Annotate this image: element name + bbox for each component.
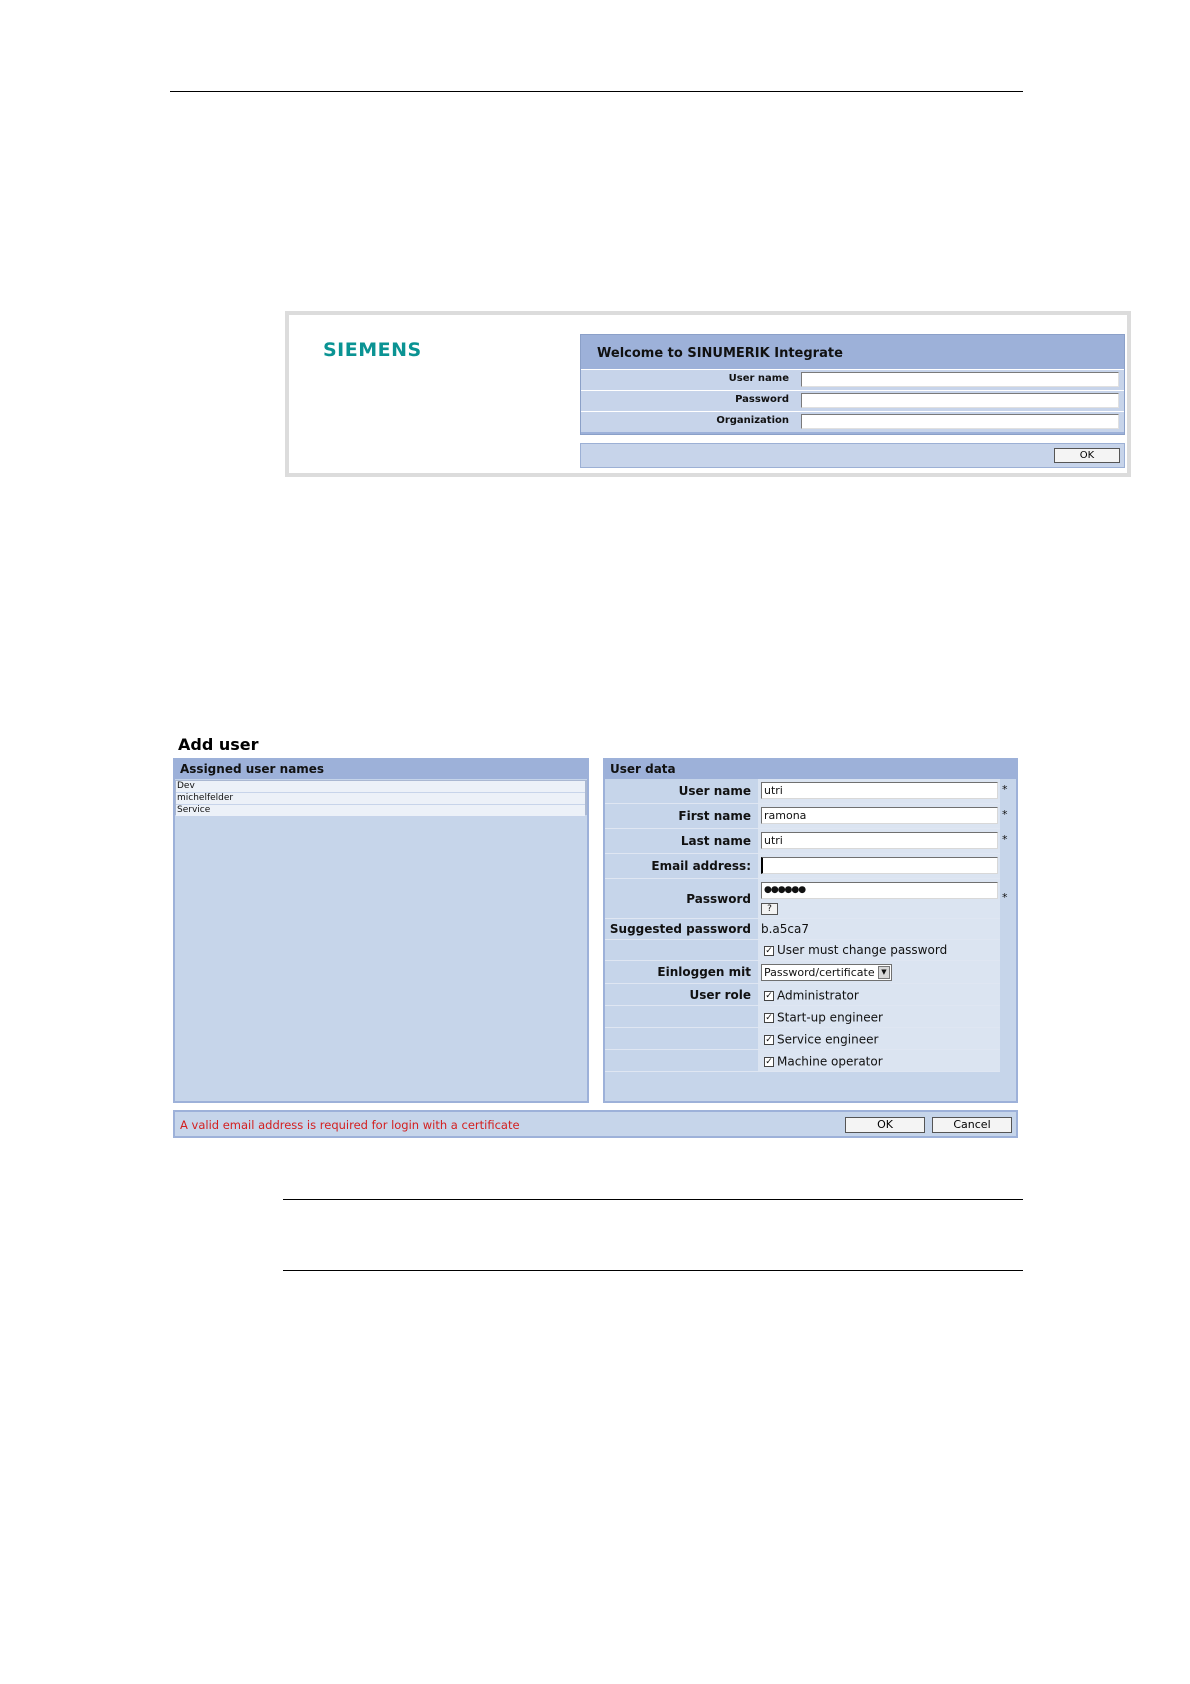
first-name-input[interactable]: ramona xyxy=(761,807,998,824)
role-operator-cell: ✓ Machine operator xyxy=(758,1050,1000,1071)
list-item[interactable]: michelfelder xyxy=(176,793,585,805)
email-cell xyxy=(758,854,1000,878)
required-mark: * xyxy=(1002,833,1008,846)
row-role-operator: ✓ Machine operator xyxy=(605,1050,1000,1072)
last-name-label: Last name xyxy=(605,829,757,853)
password-input[interactable]: ●●●●●● xyxy=(761,882,998,899)
role-startup-label: Start-up engineer xyxy=(777,1010,883,1025)
organization-label: Organization xyxy=(716,415,789,426)
login-screenshot: SIEMENS Welcome to SINUMERIK Integrate U… xyxy=(285,311,1131,477)
organization-input[interactable] xyxy=(801,414,1119,429)
role-service-cell: ✓ Service engineer xyxy=(758,1028,1000,1049)
user-data-header: User data xyxy=(605,760,1016,779)
role-empty-label xyxy=(605,1006,757,1027)
required-mark: * xyxy=(1002,783,1008,796)
row-login-with: Einloggen mit Password/certificate ▼ xyxy=(605,961,1000,984)
login-with-cell: Password/certificate ▼ xyxy=(758,961,1000,983)
row-role-administrator: User role ✓ Administrator xyxy=(605,984,1000,1006)
user-name-input[interactable]: utri xyxy=(761,782,998,799)
role-startup-cell: ✓ Start-up engineer xyxy=(758,1006,1000,1027)
first-name-label: First name xyxy=(605,804,757,828)
required-mark: * xyxy=(1002,891,1008,904)
login-form: Welcome to SINUMERIK Integrate User name… xyxy=(580,334,1125,435)
assigned-user-list[interactable]: Dev michelfelder Service xyxy=(175,780,587,817)
login-with-value: Password/certificate xyxy=(764,966,875,979)
login-row-username: User name xyxy=(581,369,1124,390)
login-row-password: Password xyxy=(581,390,1124,411)
row-role-startup: ✓ Start-up engineer xyxy=(605,1006,1000,1028)
note-rule-top xyxy=(283,1199,1023,1200)
row-user-name: User name utri * xyxy=(605,779,1008,804)
row-password: Password ●●●●●● ? * xyxy=(605,879,1008,919)
cancel-button[interactable]: Cancel xyxy=(932,1117,1012,1133)
must-change-checkbox[interactable]: ✓ xyxy=(764,945,774,956)
user-name-cell: utri xyxy=(758,779,1000,803)
last-name-cell: utri xyxy=(758,829,1000,853)
row-last-name: Last name utri * xyxy=(605,829,1008,854)
password-cell: ●●●●●● ? xyxy=(758,879,1000,918)
password-label: Password xyxy=(605,879,757,918)
email-label: Email address: xyxy=(605,854,757,878)
assigned-user-names-panel: Assigned user names Dev michelfelder Ser… xyxy=(173,758,589,1103)
email-input[interactable] xyxy=(761,857,998,874)
siemens-logo: SIEMENS xyxy=(323,339,422,361)
user-data-form: User name utri * First name ramona * Las… xyxy=(605,779,1008,1072)
user-name-label: User name xyxy=(605,779,757,803)
must-change-label: User must change password xyxy=(777,943,948,957)
first-name-cell: ramona xyxy=(758,804,1000,828)
last-name-input[interactable]: utri xyxy=(761,832,998,849)
login-ok-button[interactable]: OK xyxy=(1054,448,1120,463)
role-startup-checkbox[interactable]: ✓ xyxy=(764,1012,774,1023)
note-rule-bottom xyxy=(283,1270,1023,1271)
role-administrator-cell: ✓ Administrator xyxy=(758,984,1000,1005)
add-user-title: Add user xyxy=(178,735,259,754)
role-operator-checkbox[interactable]: ✓ xyxy=(764,1056,774,1067)
must-change-cell: ✓ User must change password xyxy=(758,940,1000,960)
top-rule xyxy=(170,91,1023,92)
row-first-name: First name ramona * xyxy=(605,804,1008,829)
username-label: User name xyxy=(728,373,789,384)
role-empty-label xyxy=(605,1050,757,1071)
role-administrator-checkbox[interactable]: ✓ xyxy=(764,990,774,1001)
must-change-label-cell xyxy=(605,940,757,960)
login-footer: OK xyxy=(580,443,1125,468)
username-input[interactable] xyxy=(801,372,1119,387)
role-service-label: Service engineer xyxy=(777,1032,879,1047)
suggested-password-label: Suggested password xyxy=(605,919,757,939)
role-administrator-label: Administrator xyxy=(777,988,859,1003)
validation-message: A valid email address is required for lo… xyxy=(180,1118,520,1132)
ok-button[interactable]: OK xyxy=(845,1117,925,1133)
user-data-panel: User data User name utri * First name ra… xyxy=(603,758,1018,1103)
login-with-select[interactable]: Password/certificate ▼ xyxy=(761,964,892,981)
required-mark: * xyxy=(1002,808,1008,821)
role-service-checkbox[interactable]: ✓ xyxy=(764,1034,774,1045)
user-role-label: User role xyxy=(605,984,757,1005)
add-user-footer: A valid email address is required for lo… xyxy=(173,1110,1018,1138)
password-label: Password xyxy=(735,394,789,405)
login-title: Welcome to SINUMERIK Integrate xyxy=(597,346,843,361)
list-item[interactable]: Dev xyxy=(176,781,585,793)
password-help-button[interactable]: ? xyxy=(761,903,778,915)
assigned-panel-header: Assigned user names xyxy=(175,760,587,779)
row-role-service: ✓ Service engineer xyxy=(605,1028,1000,1050)
role-operator-label: Machine operator xyxy=(777,1054,883,1069)
list-item[interactable]: Service xyxy=(176,805,585,817)
login-row-organization: Organization xyxy=(581,411,1124,432)
password-input[interactable] xyxy=(801,393,1119,408)
login-with-label: Einloggen mit xyxy=(605,961,757,983)
row-must-change: ✓ User must change password xyxy=(605,940,1000,961)
role-empty-label xyxy=(605,1028,757,1049)
row-suggested-password: Suggested password b.a5ca7 xyxy=(605,919,1000,940)
row-email: Email address: xyxy=(605,854,1000,879)
chevron-down-icon[interactable]: ▼ xyxy=(878,966,890,979)
suggested-password-value: b.a5ca7 xyxy=(758,919,1000,939)
